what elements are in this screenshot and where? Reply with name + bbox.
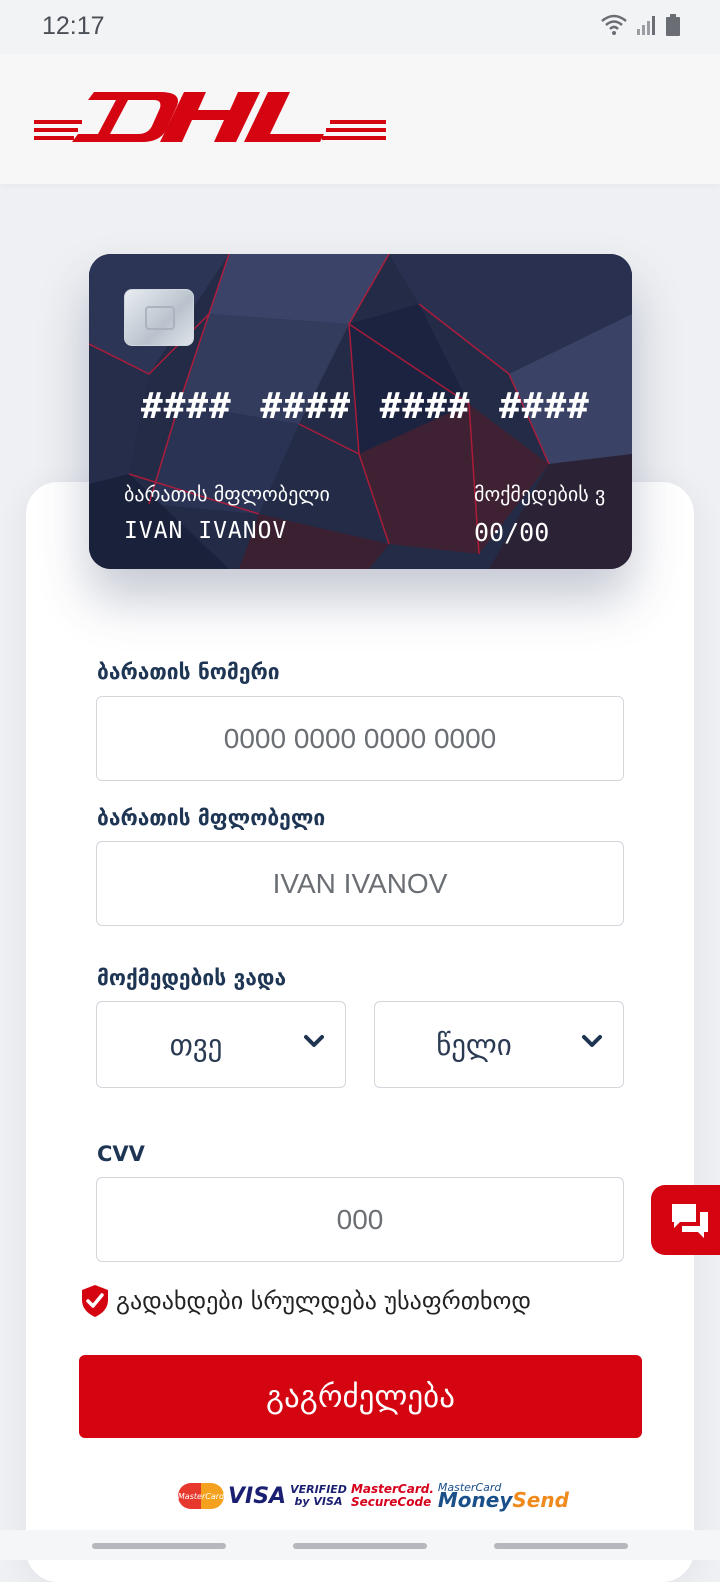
- secure-payment-note: გადახდები სრულდება უსაფრთხოდ: [80, 1284, 531, 1318]
- nav-gesture-right: [494, 1543, 628, 1549]
- card-chip: [124, 289, 194, 346]
- nav-gesture-center: [293, 1543, 427, 1549]
- verified-by-visa-logo: VERIFIED by VISA: [290, 1483, 347, 1508]
- payment-logos: MasterCard VISA VERIFIED by VISA MasterC…: [178, 1481, 569, 1512]
- mastercard-securecode-logo: MasterCard. SecureCode: [350, 1482, 434, 1509]
- card-number-label: ბარათის ნომერი: [97, 660, 280, 684]
- continue-button[interactable]: გაგრძელება: [79, 1355, 642, 1438]
- cvv-label: CVV: [97, 1142, 145, 1166]
- chevron-down-icon: [582, 1035, 602, 1047]
- cvv-input[interactable]: 000: [96, 1177, 624, 1262]
- nav-gesture-left: [92, 1543, 226, 1549]
- card-holder-label: ბარათის მფლობელი: [124, 482, 330, 506]
- site-header: [0, 54, 720, 184]
- card-expiry-label: მოქმედების ვ: [474, 482, 606, 506]
- mastercard-logo: MasterCard: [178, 1483, 224, 1509]
- status-bar: 12:17: [0, 0, 720, 54]
- card-holder-field-label: ბარათის მფლობელი: [97, 806, 326, 830]
- expiry-month-value: თვე: [169, 1028, 223, 1062]
- chat-button[interactable]: [651, 1185, 720, 1255]
- expiry-year-select[interactable]: წელი: [374, 1001, 624, 1088]
- secure-note-text: გადახდები სრულდება უსაფრთხოდ: [116, 1287, 531, 1315]
- wifi-icon: [601, 14, 627, 35]
- mastercard-moneysend-logo: MasterCard MoneySend: [437, 1481, 569, 1512]
- visa-logo: VISA: [228, 1483, 287, 1509]
- card-expiry-display: 00/00: [474, 518, 550, 547]
- expiry-year-value: წელი: [436, 1028, 512, 1062]
- expiry-label: მოქმედების ვადა: [97, 966, 287, 990]
- expiry-month-select[interactable]: თვე: [96, 1001, 346, 1088]
- status-time: 12:17: [42, 12, 105, 40]
- status-icons: [600, 14, 680, 36]
- chevron-down-icon: [304, 1035, 324, 1047]
- card-number-display: #### #### #### ####: [141, 386, 590, 427]
- signal-icon: [637, 16, 655, 35]
- dhl-logo: [34, 92, 386, 142]
- chat-icon: [672, 1204, 708, 1238]
- shield-check-icon: [82, 1285, 108, 1317]
- card-holder-input[interactable]: IVAN IVANOV: [96, 841, 624, 926]
- card-number-input[interactable]: 0000 0000 0000 0000: [96, 696, 624, 781]
- card-preview: #### #### #### #### ბარათის მფლობელი IVA…: [89, 254, 632, 569]
- card-holder-display: IVAN IVANOV: [124, 518, 288, 544]
- battery-icon: [666, 14, 680, 36]
